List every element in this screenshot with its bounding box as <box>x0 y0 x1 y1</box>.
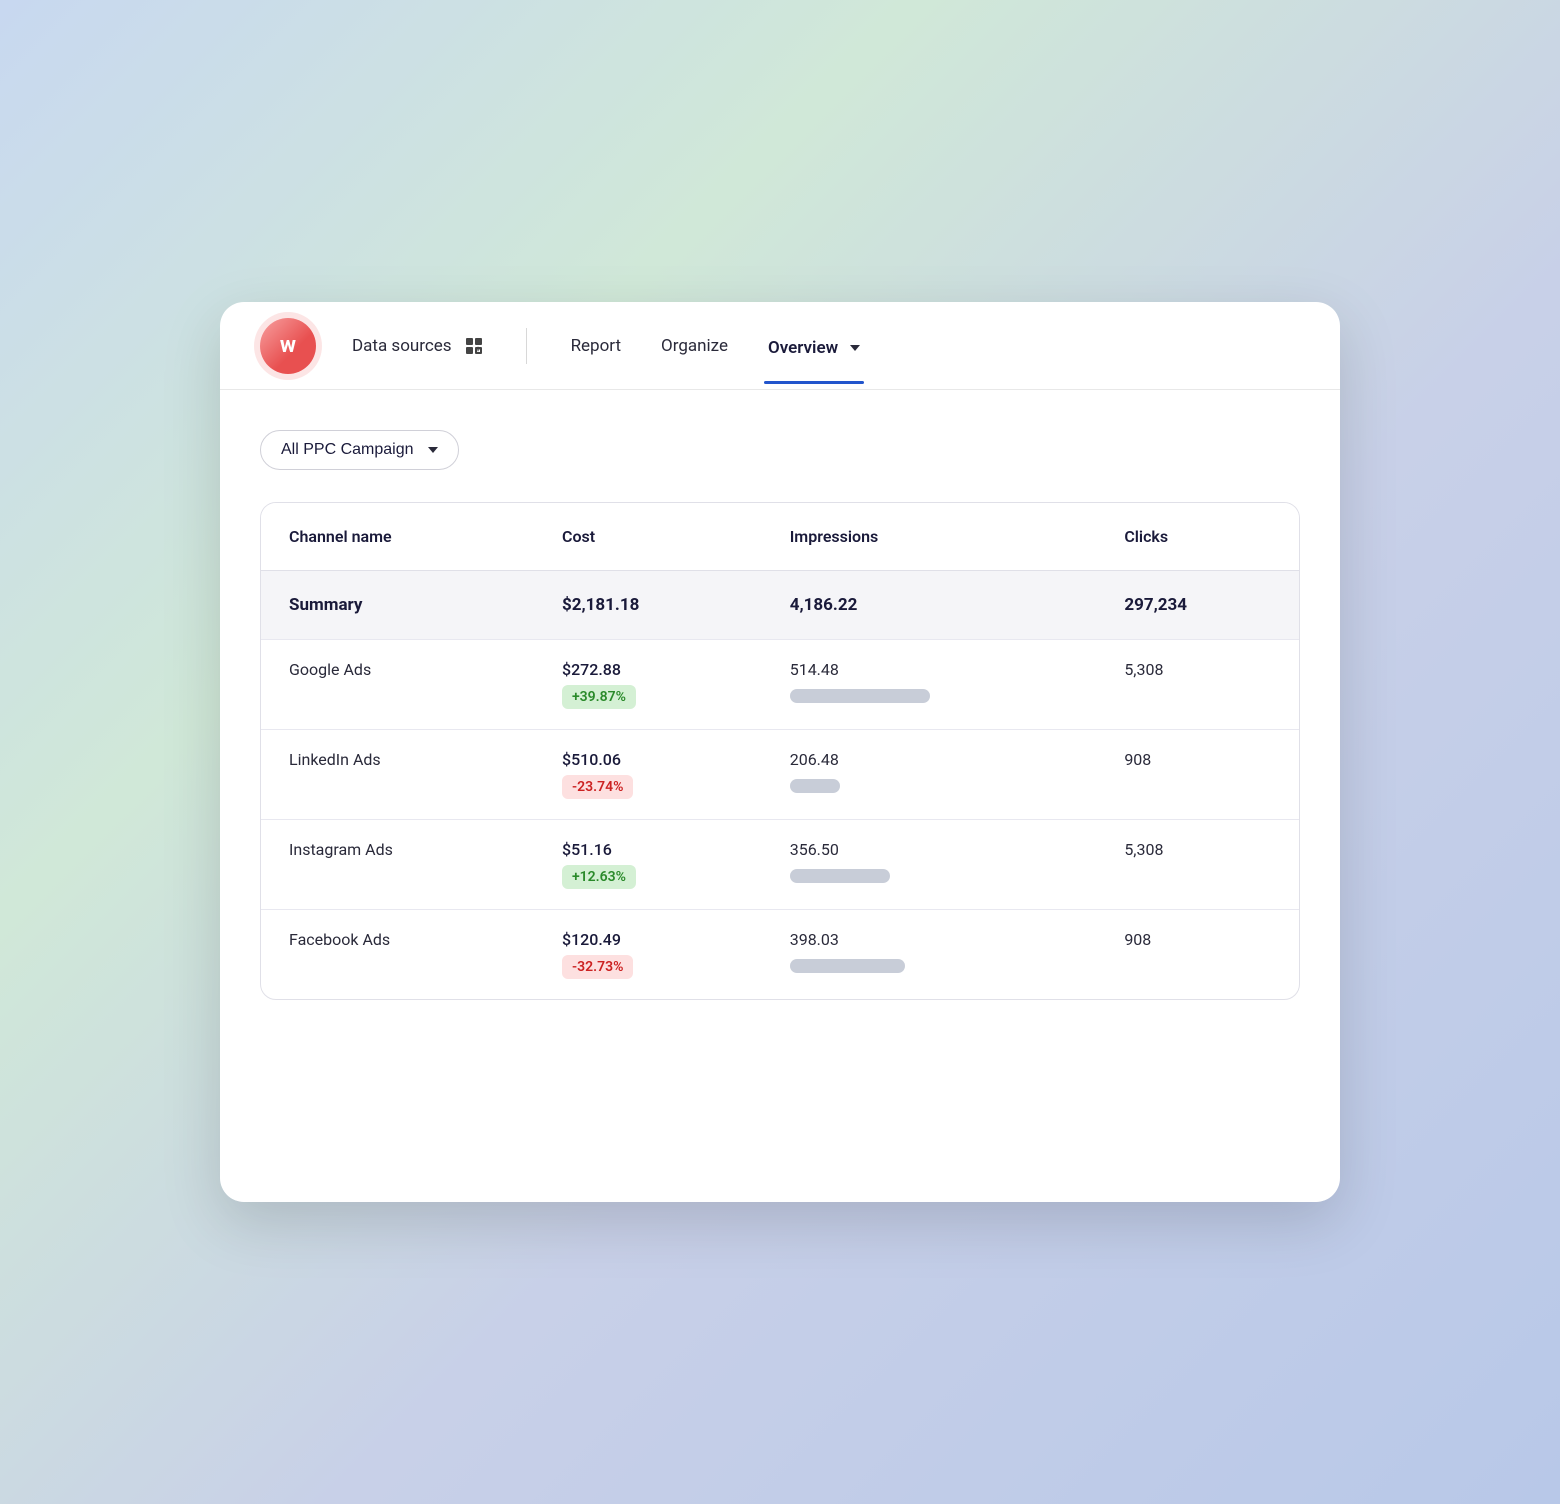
change-badge: +39.87% <box>562 685 636 709</box>
row-cost: $51.16 +12.63% <box>534 820 762 910</box>
nav-datasources-label: Data sources <box>352 336 452 356</box>
main-content: All PPC Campaign Channel name Cost Impre… <box>220 390 1340 1050</box>
summary-cost: $2,181.18 <box>534 571 762 640</box>
row-cost: $272.88 +39.87% <box>534 640 762 730</box>
row-cost: $120.49 -32.73% <box>534 910 762 1000</box>
nav-organize-label: Organize <box>661 336 728 356</box>
row-impressions: 514.48 <box>762 640 1097 730</box>
data-table: Channel name Cost Impressions Clicks Sum… <box>260 502 1300 1000</box>
impression-bar <box>790 689 930 703</box>
logo-letter: w <box>280 333 296 358</box>
grid-plus-icon: + <box>466 338 482 354</box>
logo: w <box>260 318 316 374</box>
nav-item-report[interactable]: Report <box>567 328 625 364</box>
col-header-cost: Cost <box>534 503 762 571</box>
row-channel: Google Ads <box>261 640 534 730</box>
row-channel: Facebook Ads <box>261 910 534 1000</box>
row-clicks: 908 <box>1096 910 1299 1000</box>
impression-bar <box>790 959 905 973</box>
summary-clicks: 297,234 <box>1096 571 1299 640</box>
table-row: Facebook Ads $120.49 -32.73% 398.03 908 <box>261 910 1299 1000</box>
col-header-impressions: Impressions <box>762 503 1097 571</box>
navigation: w Data sources + Report Or <box>220 302 1340 390</box>
campaign-selector-chevron-icon <box>428 447 438 453</box>
nav-item-overview[interactable]: Overview <box>764 330 864 362</box>
nav-divider <box>526 328 527 364</box>
change-badge: -23.74% <box>562 775 633 799</box>
row-channel: LinkedIn Ads <box>261 730 534 820</box>
row-cost: $510.06 -23.74% <box>534 730 762 820</box>
nav-item-datasources[interactable]: Data sources + <box>348 328 486 364</box>
change-badge: -32.73% <box>562 955 633 979</box>
main-card: w Data sources + Report Or <box>220 302 1340 1202</box>
campaign-selector-button[interactable]: All PPC Campaign <box>260 430 459 470</box>
change-badge: +12.63% <box>562 865 636 889</box>
row-clicks: 5,308 <box>1096 820 1299 910</box>
nav-item-organize[interactable]: Organize <box>657 328 732 364</box>
row-impressions: 398.03 <box>762 910 1097 1000</box>
impression-bar <box>790 779 840 793</box>
nav-overview-label: Overview <box>768 338 838 358</box>
campaign-selector-label: All PPC Campaign <box>281 441 414 459</box>
row-impressions: 206.48 <box>762 730 1097 820</box>
nav-report-label: Report <box>571 336 621 356</box>
table-row: Google Ads $272.88 +39.87% 514.48 5,308 <box>261 640 1299 730</box>
table-header-row: Channel name Cost Impressions Clicks <box>261 503 1299 571</box>
summary-channel: Summary <box>261 571 534 640</box>
impression-bar <box>790 869 890 883</box>
table-row: Instagram Ads $51.16 +12.63% 356.50 5,30… <box>261 820 1299 910</box>
summary-impressions: 4,186.22 <box>762 571 1097 640</box>
summary-row: Summary $2,181.18 4,186.22 297,234 <box>261 571 1299 640</box>
col-header-clicks: Clicks <box>1096 503 1299 571</box>
row-clicks: 908 <box>1096 730 1299 820</box>
row-impressions: 356.50 <box>762 820 1097 910</box>
table-row: LinkedIn Ads $510.06 -23.74% 206.48 908 <box>261 730 1299 820</box>
row-clicks: 5,308 <box>1096 640 1299 730</box>
row-channel: Instagram Ads <box>261 820 534 910</box>
chevron-down-icon <box>850 345 860 351</box>
col-header-channel: Channel name <box>261 503 534 571</box>
